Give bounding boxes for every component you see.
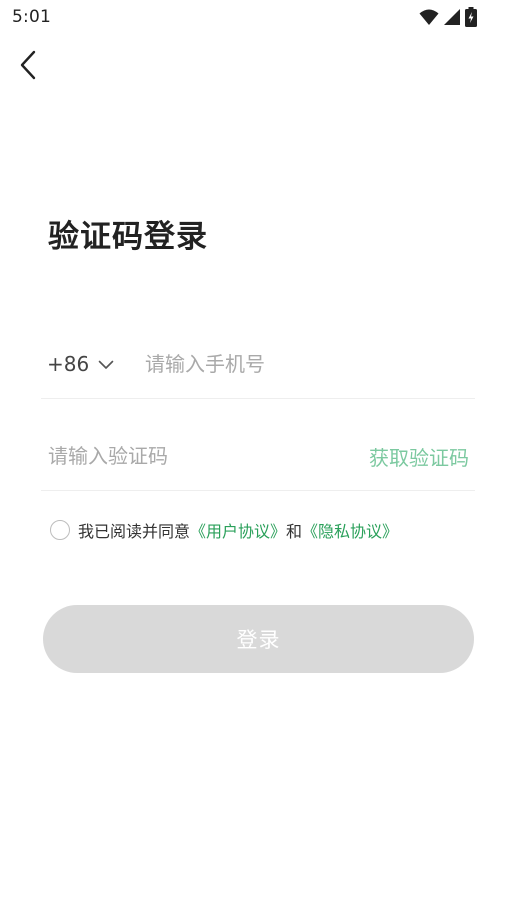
country-code-selector[interactable]: +86: [47, 349, 114, 379]
status-icons: [419, 7, 477, 27]
agreement-checkbox[interactable]: [50, 520, 70, 540]
agreement-conjunction: 和: [286, 522, 303, 541]
phone-row: +86: [41, 330, 475, 399]
agreement-prefix: 我已阅读并同意: [78, 522, 191, 541]
user-agreement-link[interactable]: 《用户协议》: [190, 518, 286, 542]
battery-charging-icon: [465, 7, 477, 27]
get-code-button[interactable]: 获取验证码: [369, 440, 469, 472]
back-button[interactable]: [12, 50, 44, 84]
privacy-policy-link[interactable]: 《隐私协议》: [302, 518, 398, 542]
page-title: 验证码登录: [48, 219, 208, 255]
status-time: 5:01: [12, 7, 51, 27]
wifi-icon: [419, 8, 439, 26]
country-code-label: +86: [47, 352, 90, 376]
phone-input[interactable]: [145, 348, 465, 380]
login-screen: 5:01 验证码登录 +86 请输入手机号 请输入验证码 获取验证码 我已阅读并…: [0, 0, 517, 919]
cellular-signal-icon: [443, 8, 461, 26]
code-row: 获取验证码: [41, 422, 475, 491]
agreement-row: 我已阅读并同意 《用户协议》 和 《隐私协议》: [50, 518, 398, 542]
verification-code-input[interactable]: [48, 440, 338, 472]
chevron-down-icon: [98, 355, 114, 374]
login-button[interactable]: 登录: [43, 605, 474, 673]
chevron-left-icon: [19, 50, 37, 84]
status-bar: 5:01: [0, 0, 517, 34]
